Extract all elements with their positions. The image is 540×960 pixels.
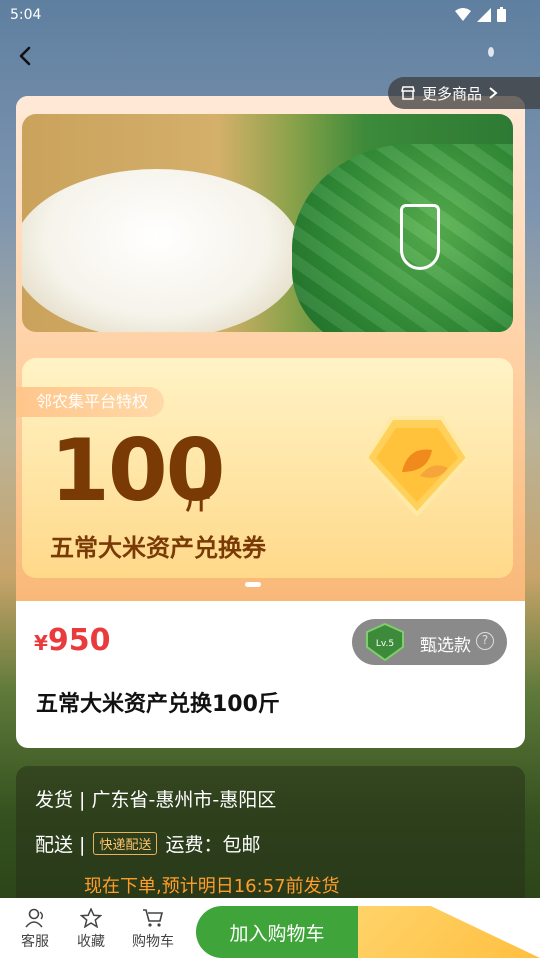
wifi-icon xyxy=(455,7,471,21)
battery-icon xyxy=(497,7,506,22)
person-icon xyxy=(25,908,43,928)
price-row: ¥950 Lv.5 甄选款 ? xyxy=(16,601,525,681)
chevron-right-icon xyxy=(489,87,498,99)
customer-service-button[interactable]: 客服 xyxy=(10,908,60,951)
buy-now-button[interactable] xyxy=(358,906,540,958)
product-image-banner[interactable]: 邻农集平台特权 100 斤 五常大米资产兑换券 xyxy=(16,96,525,601)
coupon-description: 五常大米资产兑换券 xyxy=(50,534,266,562)
star-icon xyxy=(80,908,102,928)
shop-icon xyxy=(401,86,415,100)
currency-symbol: ¥ xyxy=(34,631,48,655)
status-time: 5:04 xyxy=(10,7,42,23)
shipping-fee: 运费：包邮 xyxy=(165,834,261,856)
leaf-gem-icon xyxy=(363,416,471,517)
more-goods-label: 更多商品 xyxy=(422,84,483,103)
cart-icon xyxy=(143,909,164,927)
ship-from-text: 发货 | 广东省-惠州市-惠阳区 xyxy=(35,789,277,811)
delivery-label: 配送 | xyxy=(35,834,86,856)
more-goods-button[interactable]: 更多商品 xyxy=(388,77,540,109)
add-to-cart-button[interactable]: 加入购物车 xyxy=(196,906,358,958)
platform-privilege-badge: 邻农集平台特权 xyxy=(16,387,165,417)
express-delivery-tag: 快递配送 xyxy=(93,832,158,855)
signal-icon xyxy=(477,7,491,22)
cart-button[interactable]: 购物车 xyxy=(128,908,178,951)
product-price: ¥950 xyxy=(34,623,111,658)
rice-field-photo xyxy=(22,114,513,332)
bottom-action-bar: 客服 收藏 购物车 加入购物车 xyxy=(0,898,540,960)
status-bar: 5:04 xyxy=(0,0,540,32)
product-title: 五常大米资产兑换100斤 xyxy=(36,692,280,717)
cart-label: 购物车 xyxy=(132,934,174,950)
level-text: Lv.5 xyxy=(376,639,394,649)
delivery-eta: 现在下单,预计明日16:57前发货 xyxy=(84,876,340,897)
status-icons xyxy=(455,7,506,22)
favorite-label: 收藏 xyxy=(77,934,105,950)
rice-pile-image xyxy=(22,169,302,332)
price-value: 950 xyxy=(47,623,111,658)
leaf-logo-icon xyxy=(400,204,440,270)
coupon-card: 邻农集平台特权 100 斤 五常大米资产兑换券 xyxy=(16,358,513,578)
level-shield-icon: Lv.5 xyxy=(366,623,404,661)
product-card: 邻农集平台特权 100 斤 五常大米资产兑换券 ¥950 Lv.5 甄选款 ? … xyxy=(16,96,525,748)
help-icon[interactable]: ? xyxy=(476,632,494,650)
select-label: 甄选款 xyxy=(420,636,471,656)
shipping-info-panel: 发货 | 广东省-惠州市-惠阳区 配送 | 快递配送 运费：包邮 现在下单,预计… xyxy=(16,766,525,906)
select-level-badge[interactable]: Lv.5 甄选款 ? xyxy=(352,619,507,665)
back-arrow-icon[interactable] xyxy=(12,42,40,70)
menu-dot-icon[interactable] xyxy=(488,47,494,57)
carousel-indicator xyxy=(245,582,261,587)
favorite-button[interactable]: 收藏 xyxy=(66,908,116,951)
delivery-row: 配送 | 快递配送 运费：包邮 xyxy=(35,830,260,857)
service-label: 客服 xyxy=(21,934,49,950)
coupon-unit: 斤 xyxy=(185,486,212,516)
